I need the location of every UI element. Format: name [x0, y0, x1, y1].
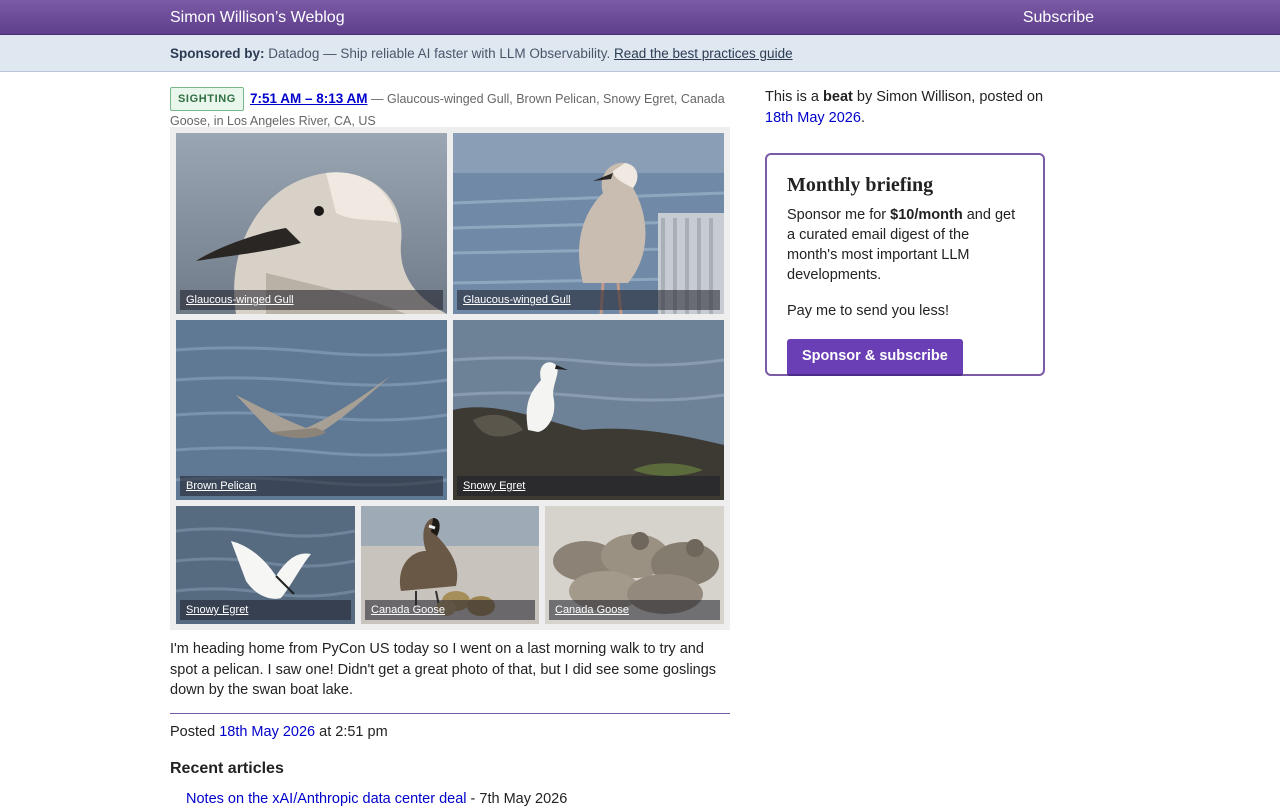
posted-time: at 2:51 pm	[319, 724, 388, 740]
entry-body: I'm heading home from PyCon US today so …	[170, 641, 717, 698]
photo-caption[interactable]: Snowy Egret	[180, 600, 351, 620]
location-text: Los Angeles River, CA, US	[227, 114, 376, 128]
recent-articles-heading: Recent articles	[170, 760, 284, 777]
divider	[170, 713, 730, 714]
photo-gallery: Glaucous-winged Gull Glaucous-winged Gul…	[170, 127, 730, 630]
sidebar: This is a beat by Simon Willison, posted…	[765, 87, 1045, 376]
location-prefix: , in	[206, 114, 227, 128]
gull-closeup-image	[176, 133, 447, 314]
recent-article-link[interactable]: Notes on the xAI/Anthropic data center d…	[186, 791, 467, 807]
gull-standing-image	[453, 133, 724, 314]
briefing-desc-prefix: Sponsor me for	[787, 207, 887, 223]
beat-word: beat	[823, 89, 853, 105]
site-header: Simon Willison’s Weblog Subscribe	[0, 0, 1280, 35]
posted-date-link[interactable]: 18th May 2026	[219, 724, 315, 740]
photo-goslings-huddle[interactable]: Canada Goose	[545, 506, 724, 624]
beat-date-link[interactable]: 18th May 2026	[765, 110, 861, 126]
sponsor-label: Sponsored by:	[170, 46, 265, 61]
photo-egret-flying[interactable]: Snowy Egret	[176, 506, 355, 624]
photo-caption[interactable]: Glaucous-winged Gull	[457, 290, 720, 310]
sighting-badge: SIGHTING	[170, 87, 244, 111]
photo-gull-closeup[interactable]: Glaucous-winged Gull	[176, 133, 447, 314]
briefing-title: Monthly briefing	[787, 174, 934, 196]
sponsor-subscribe-button[interactable]: Sponsor & subscribe	[787, 339, 963, 376]
briefing-pay-text: Pay me to send you less!	[787, 303, 949, 319]
photo-caption[interactable]: Canada Goose	[365, 600, 535, 620]
main-column: SIGHTING 7:51 AM – 8:13 AM — Glaucous-win…	[170, 87, 730, 807]
site-title-link[interactable]: Simon Willison’s Weblog	[170, 9, 345, 27]
photo-caption[interactable]: Glaucous-winged Gull	[180, 290, 443, 310]
entry-meta: SIGHTING 7:51 AM – 8:13 AM — Glaucous-win…	[170, 87, 730, 131]
meta-separator: —	[371, 92, 384, 106]
subscribe-link[interactable]: Subscribe	[1023, 9, 1094, 27]
briefing-price: $10/month	[890, 207, 963, 223]
photo-egret-rock[interactable]: Snowy Egret	[453, 320, 724, 500]
photo-goose-goslings[interactable]: Canada Goose	[361, 506, 539, 624]
beat-by: by Simon Willison, posted on	[856, 89, 1044, 105]
egret-rock-image	[453, 320, 724, 500]
photo-caption[interactable]: Brown Pelican	[180, 476, 443, 496]
beat-prefix: This is a	[765, 89, 819, 105]
beat-end: .	[860, 110, 865, 126]
photo-caption[interactable]: Snowy Egret	[457, 476, 720, 496]
recent-articles-list: Notes on the xAI/Anthropic data center d…	[186, 791, 567, 807]
posted-line: Posted 18th May 2026 at 2:51 pm	[170, 724, 388, 740]
monthly-briefing-box: Monthly briefing Sponsor me for $10/mont…	[765, 153, 1045, 376]
recent-article-item: Notes on the xAI/Anthropic data center d…	[186, 791, 567, 807]
sponsor-guide-link[interactable]: Read the best practices guide	[614, 46, 793, 61]
recent-article-date: - 7th May 2026	[470, 791, 568, 807]
photo-pelican-flying[interactable]: Brown Pelican	[176, 320, 447, 500]
sponsor-banner: Sponsored by: Datadog — Ship reliable AI…	[0, 35, 1280, 72]
photo-caption[interactable]: Canada Goose	[549, 600, 720, 620]
posted-prefix: Posted	[170, 724, 216, 740]
pelican-flying-image	[176, 320, 447, 500]
briefing-description: Sponsor me for $10/month and get a curat…	[787, 205, 1023, 285]
time-range-link[interactable]: 7:51 AM – 8:13 AM	[250, 91, 368, 106]
beat-info: This is a beat by Simon Willison, posted…	[765, 87, 1045, 129]
photo-gull-standing[interactable]: Glaucous-winged Gull	[453, 133, 724, 314]
sponsor-banner-content: Sponsored by: Datadog — Ship reliable AI…	[170, 46, 793, 61]
sponsor-text: Datadog — Ship reliable AI faster with L…	[268, 46, 611, 61]
